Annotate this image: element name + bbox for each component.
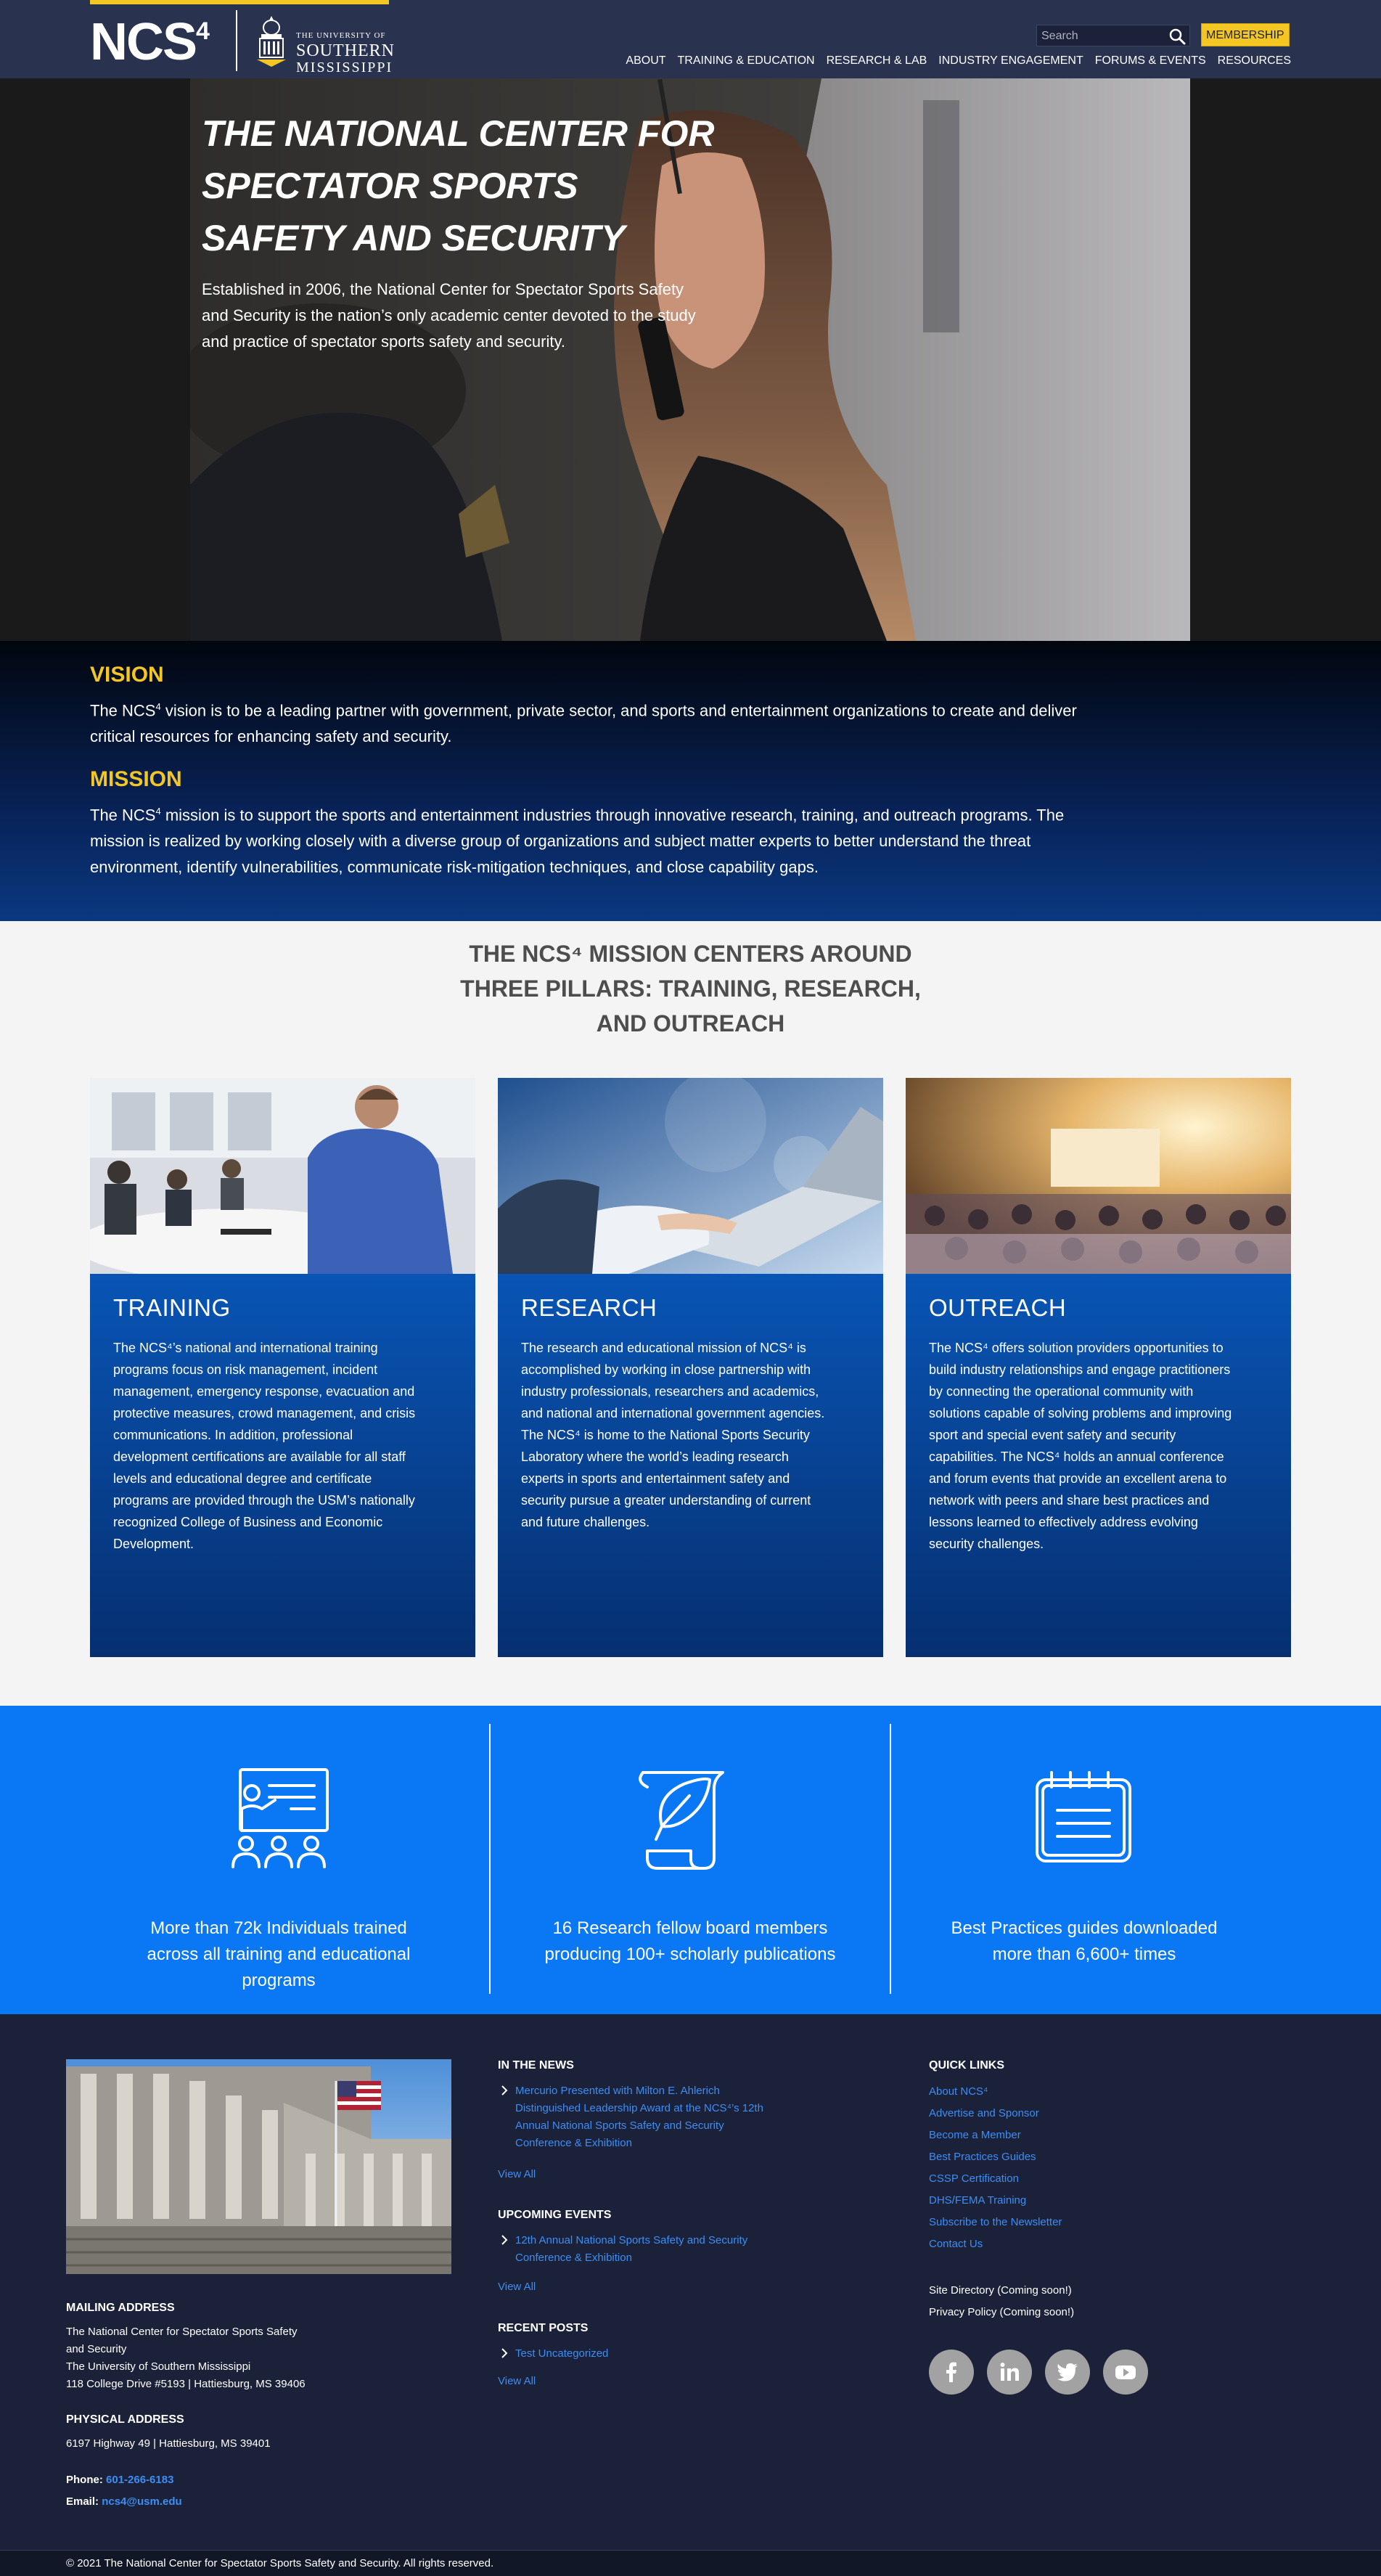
stat-research: 16 Research fellow board members produci… [544, 1918, 836, 1964]
news-item[interactable]: Mercurio Presented with Milton E. Ahleri… [498, 2082, 774, 2152]
pillar-title: TRAINING [113, 1294, 231, 1321]
post-item[interactable]: Test Uncategorized [498, 2345, 774, 2363]
pillar-card-training[interactable]: TRAINING The NCS⁴’s national and interna… [90, 1078, 475, 1657]
pillar-text: The research and educational mission of … [521, 1341, 825, 1529]
quick-link-contact[interactable]: Contact Us [929, 2238, 983, 2250]
training-photo [90, 1078, 475, 1274]
research-photo [498, 1078, 883, 1274]
phone-link[interactable]: 601-266-6183 [106, 2474, 173, 2486]
copyright-text: © 2021 The National Center for Spectator… [66, 2557, 494, 2569]
pillar-text: The NCS⁴’s national and international tr… [113, 1341, 416, 1551]
vision-heading: VISION [90, 663, 164, 687]
site-directory-link[interactable]: Site Directory (Coming soon!) [929, 2282, 1072, 2299]
mailing-line: 118 College Drive #5193 | Hattiesburg, M… [66, 2378, 306, 2390]
hero-title-line: SPECTATOR SPORTS [202, 165, 578, 206]
nav-industry-engagement[interactable]: INDUSTRY ENGAGEMENT [938, 54, 1083, 68]
usm-seal-icon [257, 16, 286, 67]
building-photo [66, 2059, 451, 2274]
mission-heading: MISSION [90, 767, 182, 791]
privacy-policy-link[interactable]: Privacy Policy (Coming soon!) [929, 2304, 1074, 2321]
usm-line2: SOUTHERN [296, 41, 396, 60]
stats-divider [489, 1724, 491, 1994]
news-heading: IN THE NEWS [498, 2059, 574, 2072]
nav-research-lab[interactable]: RESEARCH & LAB [827, 54, 927, 68]
mailing-line: The National Center for Spectator Sports… [66, 2326, 298, 2338]
ncs4-logo[interactable]: NCS4 [90, 16, 210, 68]
events-view-all-link[interactable]: View All [498, 2281, 536, 2293]
nav-training-education[interactable]: TRAINING & EDUCATION [678, 54, 815, 68]
stats-section: More than 72k Individuals trained across… [0, 1706, 1381, 2014]
copyright-bar: © 2021 The National Center for Spectator… [0, 2550, 1381, 2576]
events-heading: UPCOMING EVENTS [498, 2209, 612, 2221]
stat-trained: More than 72k Individuals trained across… [147, 1918, 411, 1990]
gold-accent-bar [90, 0, 389, 4]
phone-row: Phone: 601-266-6183 [66, 2474, 174, 2486]
nav-forums-events[interactable]: FORUMS & EVENTS [1095, 54, 1206, 68]
quick-link-guides[interactable]: Best Practices Guides [929, 2151, 1036, 2163]
hero-title-line: THE NATIONAL CENTER FOR [202, 113, 715, 154]
quick-links-heading: QUICK LINKS [929, 2059, 1004, 2072]
vision-text: The NCS4 vision is to be a leading partn… [90, 701, 1077, 746]
pillar-text: The NCS⁴ offers solution providers oppor… [929, 1341, 1232, 1551]
quick-link-advertise[interactable]: Advertise and Sponsor [929, 2107, 1039, 2119]
chevron-right-icon [501, 2085, 508, 2095]
pillar-title: RESEARCH [521, 1294, 657, 1321]
email-row: Email: ncs4@usm.edu [66, 2495, 182, 2508]
membership-button[interactable]: MEMBERSHIP [1201, 23, 1290, 46]
vision-mission-section: VISION The NCS4 vision is to be a leadin… [0, 641, 1381, 921]
posts-view-all-link[interactable]: View All [498, 2375, 536, 2387]
nav-resources[interactable]: RESOURCES [1218, 54, 1291, 68]
quick-link-fema[interactable]: DHS/FEMA Training [929, 2194, 1026, 2207]
quick-link-newsletter[interactable]: Subscribe to the Newsletter [929, 2216, 1062, 2228]
linkedin-icon[interactable] [987, 2350, 1032, 2395]
chevron-right-icon [501, 2235, 508, 2245]
pillars-heading-line: THREE PILLARS: TRAINING, RESEARCH, [460, 976, 921, 1002]
search-box [1036, 25, 1190, 47]
logo-divider [236, 10, 237, 71]
mailing-line: and Security [66, 2343, 127, 2355]
hero-section: THE NATIONAL CENTER FOR SPECTATOR SPORTS… [0, 78, 1381, 641]
pillars-heading-line: AND OUTREACH [596, 1010, 785, 1036]
hero-description: Established in 2006, the National Center… [202, 280, 696, 351]
main-nav: ABOUT TRAINING & EDUCATION RESEARCH & LA… [626, 54, 1291, 68]
site-header: NCS4 THE UNIVERSITY OF SOUTHERN MISSISSI… [0, 0, 1381, 78]
chevron-right-icon [501, 2348, 508, 2358]
hero-title: THE NATIONAL CENTER FOR SPECTATOR SPORTS… [202, 107, 753, 264]
pillar-card-research[interactable]: RESEARCH The research and educational mi… [498, 1078, 883, 1657]
scroll-quill-icon [639, 1771, 724, 1870]
search-icon[interactable] [1168, 27, 1187, 46]
presentation-icon [231, 1768, 329, 1868]
stats-divider [890, 1724, 891, 1994]
hero-title-line: SAFETY AND SECURITY [202, 218, 626, 258]
pillars-heading: THE NCS⁴ MISSION CENTERS AROUND THREE PI… [0, 936, 1381, 1041]
notepad-icon [1036, 1771, 1131, 1863]
facebook-icon[interactable] [929, 2350, 974, 2395]
physical-address-heading: PHYSICAL ADDRESS [66, 2413, 184, 2426]
quick-link-member[interactable]: Become a Member [929, 2129, 1021, 2141]
news-view-all-link[interactable]: View All [498, 2168, 536, 2180]
quick-link-cssp[interactable]: CSSP Certification [929, 2172, 1019, 2185]
youtube-icon[interactable] [1103, 2350, 1148, 2395]
mission-text: The NCS4 mission is to support the sport… [90, 806, 1065, 877]
pillar-card-outreach[interactable]: OUTREACH The NCS⁴ offers solution provid… [906, 1078, 1291, 1657]
site-footer: MAILING ADDRESS The National Center for … [0, 2014, 1381, 2550]
usm-line1: THE UNIVERSITY OF [296, 31, 386, 40]
twitter-icon[interactable] [1045, 2350, 1090, 2395]
usm-line3: MISSISSIPPI [296, 60, 393, 75]
nav-about[interactable]: ABOUT [626, 54, 665, 68]
search-input[interactable] [1037, 25, 1166, 47]
mailing-address-heading: MAILING ADDRESS [66, 2302, 175, 2314]
usm-logo[interactable]: THE UNIVERSITY OF SOUTHERN MISSISSIPPI [253, 13, 394, 75]
quick-link-about[interactable]: About NCS⁴ [929, 2085, 988, 2098]
stat-guides: Best Practices guides downloaded more th… [951, 1918, 1218, 1964]
outreach-photo [906, 1078, 1291, 1274]
physical-line: 6197 Highway 49 | Hattiesburg, MS 39401 [66, 2437, 271, 2450]
email-link[interactable]: ncs4@usm.edu [102, 2495, 182, 2508]
pillars-heading-line: THE NCS⁴ MISSION CENTERS AROUND [469, 941, 912, 967]
recent-posts-heading: RECENT POSTS [498, 2322, 589, 2334]
mailing-line: The University of Southern Mississippi [66, 2360, 251, 2373]
pillar-title: OUTREACH [929, 1294, 1067, 1321]
event-item[interactable]: 12th Annual National Sports Safety and S… [498, 2232, 774, 2267]
